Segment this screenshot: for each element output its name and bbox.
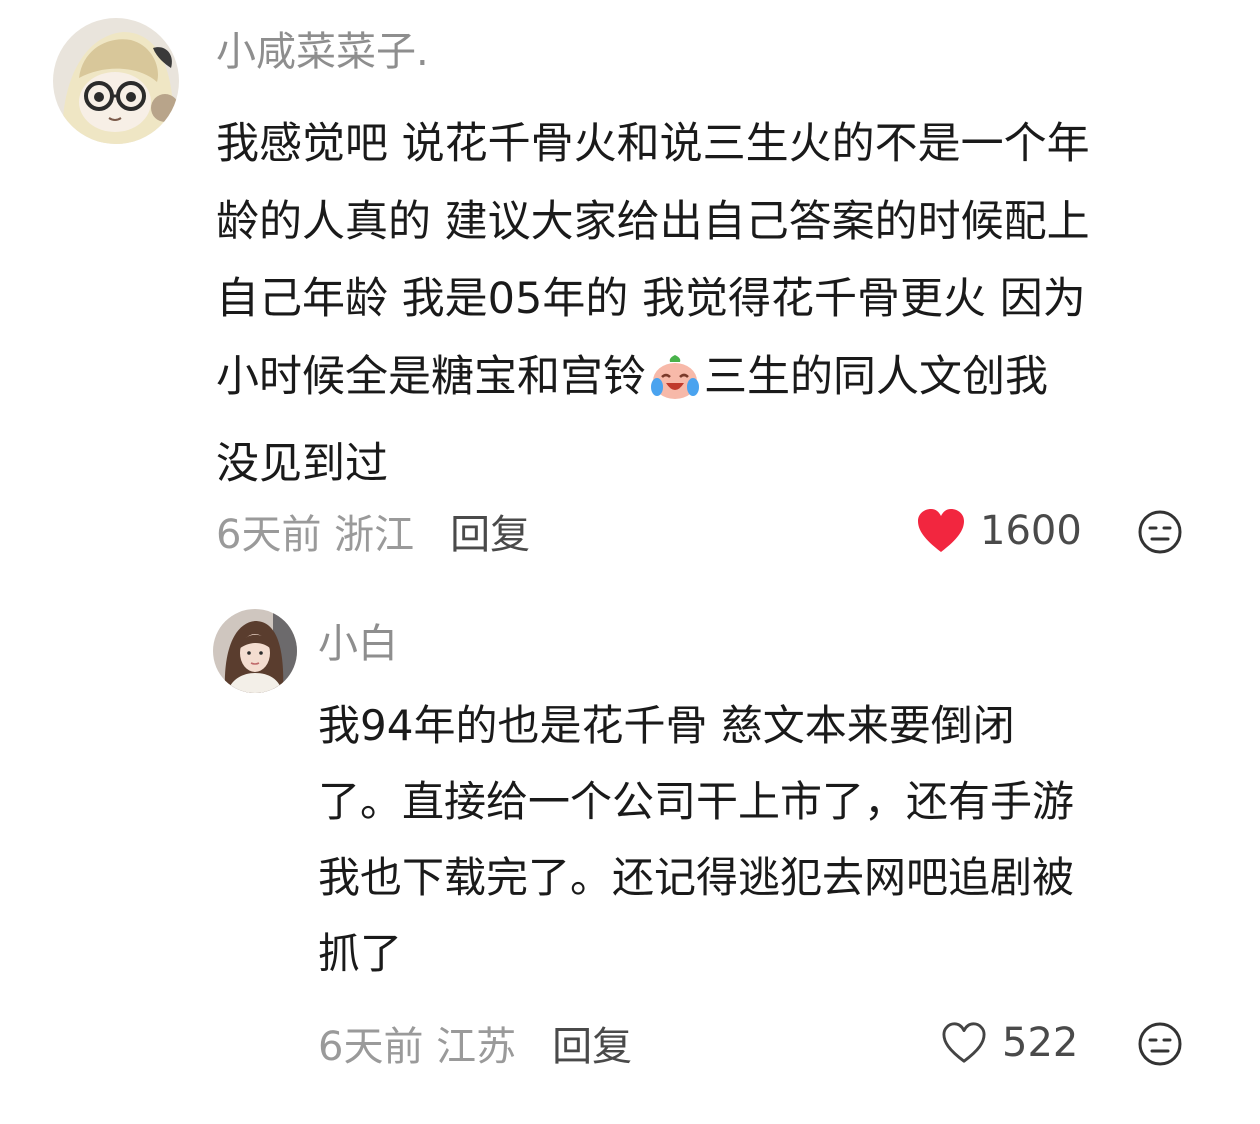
comment-text-segment: 小时候全是糖宝和宫铃 xyxy=(216,351,646,402)
reply-button[interactable]: 回复 xyxy=(552,1014,632,1072)
laughing-crying-face-emoji xyxy=(648,349,702,427)
comment-line: 了。直接给一个公司干上市了，还有手游 xyxy=(318,777,1075,826)
comment-line: 自己年龄 我是05年的 我觉得花千骨更火 因为 xyxy=(216,274,1086,324)
comment-line: 我也下载完了。还记得逃犯去网吧追剧被 xyxy=(318,853,1075,902)
comment-text: 我感觉吧 说花千骨火和说三生火的不是一个年 龄的人真的 建议大家给出自己答案的时… xyxy=(216,106,1090,504)
expressionless-face-icon[interactable] xyxy=(1137,1021,1183,1067)
username[interactable]: 小白 xyxy=(318,624,398,664)
avatar[interactable] xyxy=(53,18,179,144)
comment-line: 没见到过 xyxy=(216,439,388,489)
comment-line: 龄的人真的 建议大家给出自己答案的时候配上 xyxy=(216,196,1090,247)
avatar[interactable] xyxy=(213,609,297,693)
like-count: 522 xyxy=(1002,1020,1079,1066)
like-count: 1600 xyxy=(980,508,1082,554)
comment-line: 我感觉吧 说花千骨火和说三生火的不是一个年 xyxy=(216,119,1090,169)
comment-meta: 6天前 浙江 回复 xyxy=(216,508,530,558)
comment-line-with-emoji: 小时候全是糖宝和宫铃 三生的同人文创我 xyxy=(216,339,1090,427)
time-location: 6天前 浙江 xyxy=(216,512,415,558)
heart-outline-icon[interactable] xyxy=(940,1021,988,1065)
heart-icon[interactable] xyxy=(916,508,966,554)
comment-text: 我94年的也是花千骨 慈文本来要倒闭 了。直接给一个公司干上市了，还有手游 我也… xyxy=(318,688,1074,992)
like-button[interactable]: 1600 xyxy=(916,508,1082,554)
expressionless-face-icon[interactable] xyxy=(1137,509,1183,555)
time-location: 6天前 江苏 xyxy=(318,1024,517,1070)
comment-line: 我94年的也是花千骨 慈文本来要倒闭 xyxy=(318,701,1015,750)
comment-line: 抓了 xyxy=(318,929,403,978)
comment-text-segment: 三生的同人文创我 xyxy=(704,351,1048,402)
comment-meta: 6天前 江苏 回复 xyxy=(318,1020,632,1070)
reply-button[interactable]: 回复 xyxy=(450,502,530,560)
like-button[interactable]: 522 xyxy=(940,1020,1078,1066)
username[interactable]: 小咸菜菜子. xyxy=(216,32,429,72)
